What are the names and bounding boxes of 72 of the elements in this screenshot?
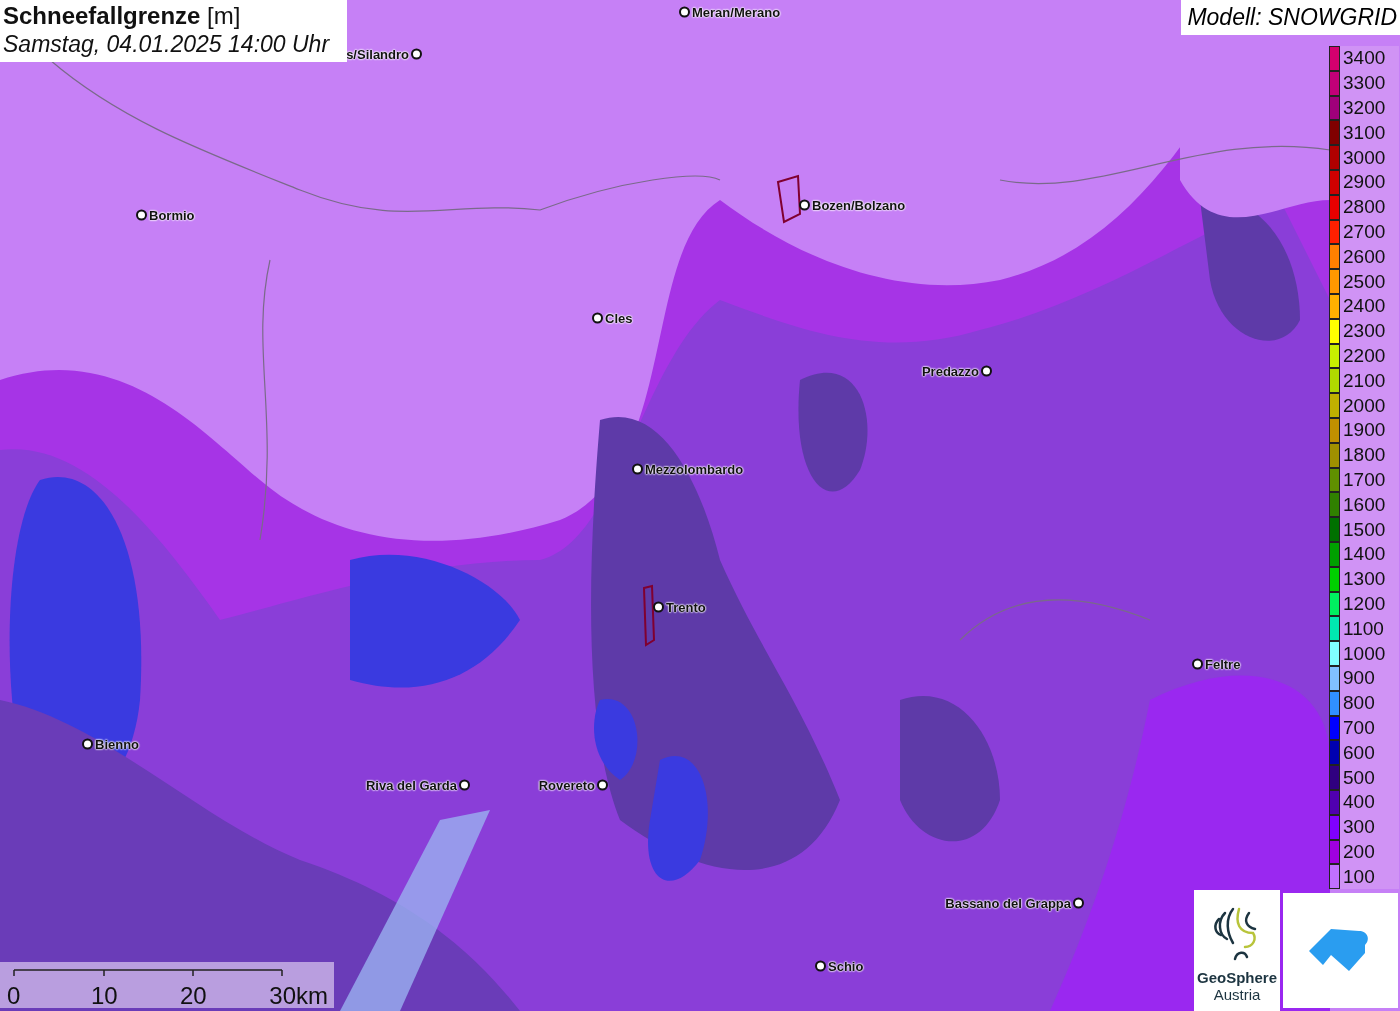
city-dot-icon: [799, 199, 810, 211]
legend-label: 2000: [1343, 394, 1387, 417]
legend-label: 800: [1343, 692, 1376, 715]
city-dot-icon: [592, 312, 603, 324]
legend-label: 1200: [1343, 592, 1387, 615]
legend-label: 500: [1343, 766, 1376, 789]
city-dot-icon: [632, 463, 643, 475]
legend-label: 3400: [1343, 47, 1387, 70]
city-dot-icon: [815, 960, 826, 972]
city-dot-icon: [411, 48, 422, 60]
city-label: Schio: [828, 958, 864, 974]
legend-label: 2400: [1343, 295, 1387, 318]
city-dot-icon: [1073, 897, 1084, 909]
legend-label: 900: [1343, 667, 1376, 690]
logo-text: Austria: [1213, 986, 1261, 1003]
legend-label: 2100: [1343, 369, 1387, 392]
legend-label: 100: [1343, 865, 1376, 888]
legend-label: 600: [1343, 741, 1376, 764]
scale-label: 0: [7, 982, 21, 1010]
legend-label: 700: [1343, 716, 1376, 739]
city-dot-icon: [679, 6, 690, 18]
legend-label: 1500: [1343, 518, 1387, 541]
city-label: Predazzo: [921, 363, 979, 379]
legend-label: 3200: [1343, 97, 1387, 119]
map-datetime: Samstag, 04.01.2025 14:00 Uhr: [3, 30, 331, 58]
legend-label: 3100: [1343, 121, 1387, 144]
legend-label: 2700: [1343, 220, 1387, 243]
city-label: s/Silandro: [346, 46, 409, 62]
city-label: Meran/Merano: [692, 4, 781, 20]
city-dot-icon: [597, 779, 608, 791]
scale-label: 20: [180, 982, 207, 1010]
map-title: Schneefallgrenze [m]: [3, 2, 242, 30]
scale-label: 30km: [269, 982, 328, 1010]
legend-label: 1400: [1343, 543, 1387, 566]
logo-text: GeoSphere: [1197, 969, 1277, 986]
scale-line-icon: [13, 969, 283, 977]
legend-label: 1700: [1343, 468, 1387, 491]
legend-label: 2200: [1343, 344, 1387, 367]
legend-label: 1300: [1343, 568, 1387, 591]
legend-label: 200: [1343, 840, 1376, 863]
legend-label: 1100: [1343, 617, 1385, 640]
city-label: Riva del Garda: [365, 777, 457, 793]
city-label: Trento: [666, 599, 706, 615]
city-label: Mezzolombardo: [645, 461, 744, 477]
legend-label: 1000: [1343, 642, 1387, 665]
legend-label: 2600: [1343, 245, 1387, 268]
city-dot-icon: [981, 365, 992, 377]
legend-label: 2500: [1343, 270, 1387, 293]
city-label: Rovereto: [538, 777, 595, 793]
scale-label: 10: [91, 982, 118, 1010]
legend-label: 1900: [1343, 419, 1387, 442]
legend-label: 3000: [1343, 146, 1387, 169]
legend-label: 1800: [1343, 444, 1387, 467]
legend-label: 2300: [1343, 320, 1387, 343]
city-dot-icon: [82, 738, 93, 750]
legend-label: 2800: [1343, 196, 1387, 219]
city-dot-icon: [459, 779, 470, 791]
city-label: Feltre: [1205, 656, 1241, 672]
legend-label: 1600: [1343, 493, 1387, 516]
city-label: Bienno: [95, 736, 140, 752]
legend-label: 2900: [1343, 171, 1387, 194]
city-dot-icon: [136, 209, 147, 221]
city-dot-icon: [653, 601, 664, 613]
legend-label: 300: [1343, 816, 1376, 839]
city-label: Bassano del Grappa: [945, 895, 1071, 911]
city-dot-icon: [1192, 658, 1203, 670]
legend-label: 3300: [1343, 72, 1387, 95]
city-label: Bormio: [149, 207, 195, 223]
city-label: Cles: [605, 310, 633, 326]
legend-label: 400: [1343, 791, 1376, 814]
city-label: Bozen/Bolzano: [812, 197, 906, 213]
model-label: Modell: SNOWGRID: [1181, 0, 1400, 35]
